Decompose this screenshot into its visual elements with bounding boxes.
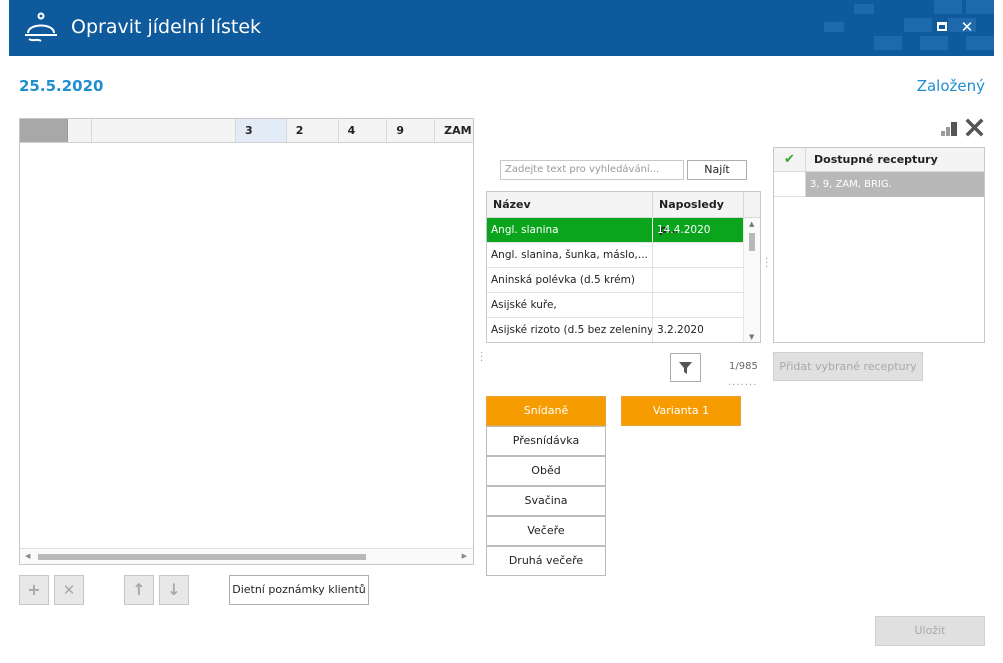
meal-dinner[interactable]: Večeře	[486, 516, 606, 546]
title-bar: Opravit jídelní lístek ✕	[9, 0, 994, 56]
table-row[interactable]: Asijské rizoto (d.5 bez zeleniny) 3.2.20…	[487, 318, 760, 342]
recipe-last-used	[653, 243, 744, 267]
move-down-button[interactable]: ↓	[159, 575, 189, 605]
variant-button[interactable]: Varianta 1	[621, 396, 741, 426]
recipe-name: Aninská polévka (d.5 krém)	[487, 268, 653, 292]
diet-notes-button[interactable]: Dietní poznámky klientů	[229, 575, 369, 605]
meal-lunch[interactable]: Oběd	[486, 456, 606, 486]
menu-state-link[interactable]: Založený	[917, 77, 985, 95]
scroll-left-icon[interactable]: ◀	[25, 552, 30, 560]
recipe-counter: 1/985	[729, 361, 758, 372]
delete-x-icon[interactable]	[965, 118, 984, 137]
meal-breakfast[interactable]: Snídaně	[486, 396, 606, 426]
food-cloche-icon	[25, 12, 57, 42]
recipes-table-header: Název Naposledy p...	[487, 192, 760, 236]
titlebar-pattern	[824, 0, 994, 50]
recipe-name: Asijské kuře,	[487, 293, 653, 317]
grid-col-header[interactable]	[68, 119, 92, 142]
table-row[interactable]: Asijské kuře,	[487, 293, 760, 318]
remove-row-button[interactable]: ✕	[54, 575, 84, 605]
save-button[interactable]: Uložit	[875, 616, 985, 646]
scrollbar-thumb[interactable]	[749, 233, 755, 251]
filter-button[interactable]	[670, 353, 701, 382]
search-placeholder: Zadejte text pro vyhledávání...	[505, 164, 660, 175]
scroll-up-icon[interactable]: ▲	[749, 220, 754, 228]
available-recipe-label: 3, 9, ZAM, BRIG.	[806, 172, 984, 197]
maximize-button[interactable]	[935, 20, 949, 34]
plus-icon: +	[27, 580, 41, 599]
add-selected-recipes-button[interactable]: Přidat vybrané receptury	[773, 352, 923, 381]
available-recipes-title: Dostupné receptury	[814, 153, 938, 166]
vertical-scrollbar[interactable]: ▲ ▼	[743, 218, 760, 342]
horizontal-scrollbar[interactable]: ◀ ▶	[20, 548, 473, 564]
meal-second-dinner[interactable]: Druhá večeře	[486, 546, 606, 576]
table-row[interactable]: Aninská polévka (d.5 krém)	[487, 268, 760, 293]
arrow-up-icon: ↑	[132, 580, 146, 599]
grid-col-header-2[interactable]: 2	[287, 119, 339, 142]
available-recipes-header: ✔ Dostupné receptury	[774, 148, 984, 172]
menu-date: 25.5.2020	[19, 77, 104, 95]
signal-bars-icon[interactable]	[941, 122, 957, 136]
splitter-handle[interactable]: · · ·	[765, 255, 768, 273]
add-row-button[interactable]: +	[19, 575, 49, 605]
table-row[interactable]: 3, 9, ZAM, BRIG.	[774, 172, 984, 197]
recipe-name: Asijské rizoto (d.5 bez zeleniny)	[487, 318, 653, 342]
recipe-last-used: 3.2.2020	[653, 318, 744, 342]
table-row[interactable]: Angl. slanina 14.4.2020	[487, 218, 760, 243]
table-row[interactable]: Angl. slanina, šunka, máslo,...	[487, 243, 760, 268]
grid-col-header-4[interactable]: 4	[339, 119, 388, 142]
filter-icon	[679, 362, 692, 374]
grid-col-header[interactable]	[20, 119, 68, 142]
meal-afternoon-snack[interactable]: Svačina	[486, 486, 606, 516]
find-button[interactable]: Najít	[687, 160, 747, 180]
scrollbar-thumb[interactable]	[38, 554, 366, 560]
meal-morning-snack[interactable]: Přesnídávka	[486, 426, 606, 456]
top-right-toolbar	[941, 118, 984, 137]
checkmark-icon[interactable]: ✔	[774, 148, 806, 171]
arrow-down-icon: ↓	[167, 580, 181, 599]
scroll-right-icon[interactable]: ▶	[462, 552, 467, 560]
recipe-last-used	[653, 268, 744, 292]
window-title: Opravit jídelní lístek	[71, 16, 262, 38]
available-recipes-table[interactable]: ✔ Dostupné receptury 3, 9, ZAM, BRIG.	[773, 147, 985, 343]
grid-col-header-3[interactable]: 3	[236, 119, 287, 142]
splitter-handle[interactable]: · · ·	[480, 349, 483, 367]
search-input[interactable]: Zadejte text pro vyhledávání...	[500, 160, 684, 180]
move-up-button[interactable]: ↑	[124, 575, 154, 605]
row-checkbox[interactable]	[774, 172, 806, 197]
menu-grid-header: 3 2 4 9 ZAM	[20, 119, 473, 143]
menu-grid[interactable]: 3 2 4 9 ZAM ◀ ▶	[19, 118, 474, 565]
col-header-last-used[interactable]: Naposledy p...	[653, 192, 744, 236]
grid-col-header-zam[interactable]: ZAM	[435, 119, 473, 142]
x-icon: ✕	[62, 581, 76, 599]
recipes-table[interactable]: Název Naposledy p... Angl. slanina 14.4.…	[486, 191, 761, 343]
recipe-name: Angl. slanina	[487, 218, 653, 242]
close-button[interactable]: ✕	[960, 20, 974, 35]
grid-col-header[interactable]	[92, 119, 236, 142]
maximize-icon	[937, 22, 947, 31]
recipe-name: Angl. slanina, šunka, máslo,...	[487, 243, 653, 267]
col-header-name[interactable]: Název	[487, 192, 653, 217]
recipe-last-used: 14.4.2020	[653, 218, 744, 242]
scroll-down-icon[interactable]: ▼	[749, 333, 754, 341]
recipe-last-used	[653, 293, 744, 317]
splitter-handle[interactable]: ·······	[728, 380, 757, 391]
grid-col-header-9[interactable]: 9	[387, 119, 436, 142]
